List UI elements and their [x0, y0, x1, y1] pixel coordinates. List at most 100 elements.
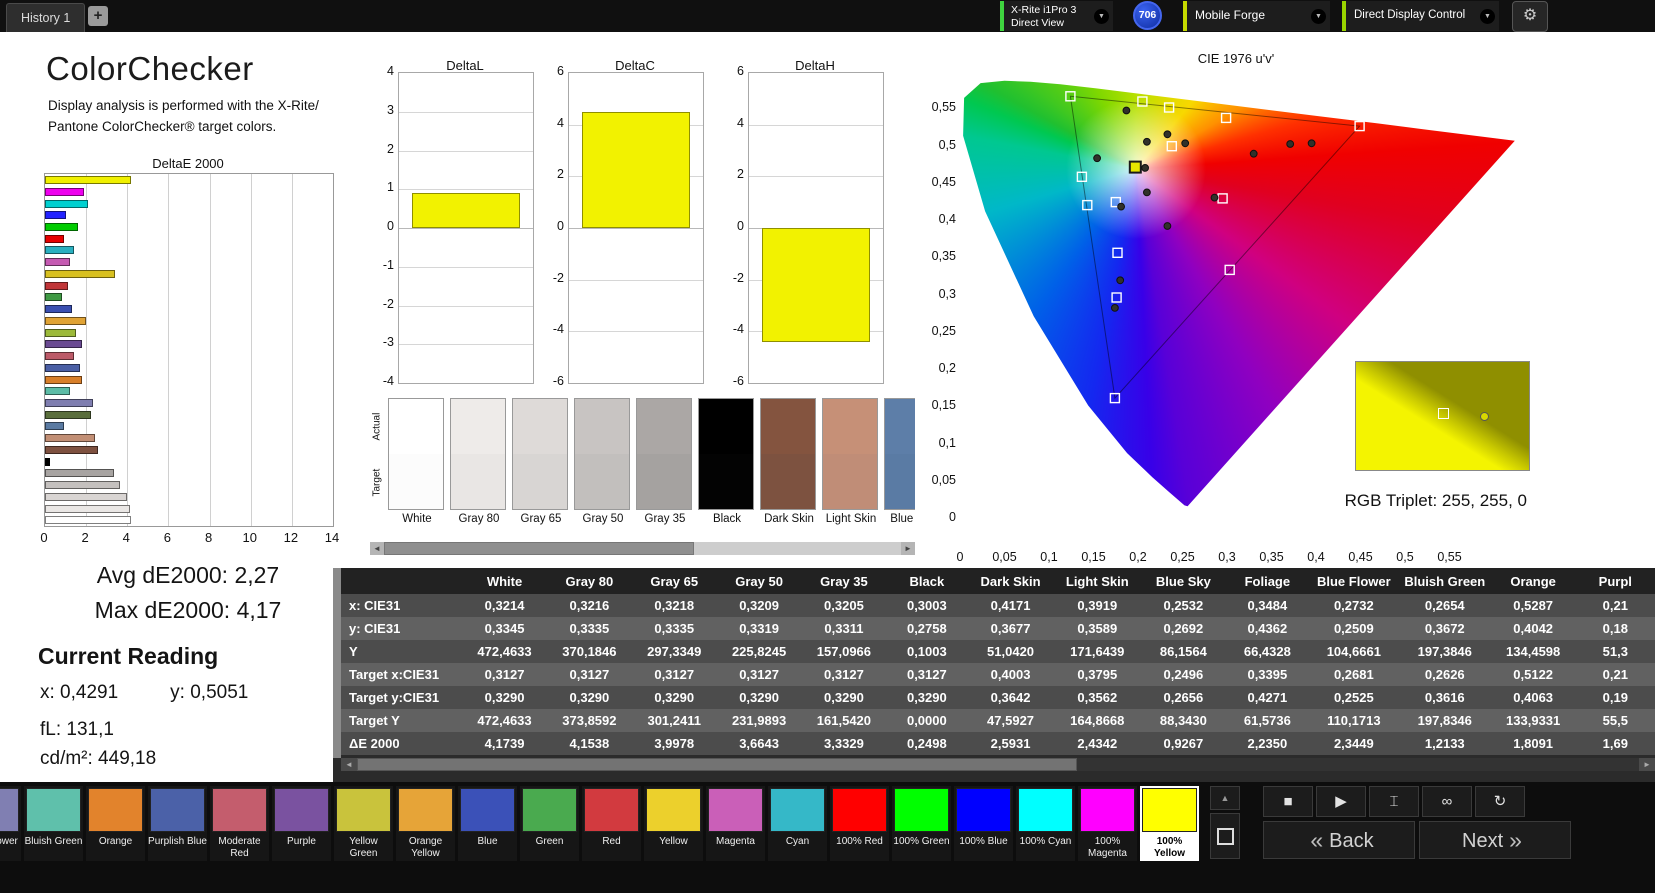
meter-dropdown[interactable]: X-Rite i1Pro 3 Direct View ▼	[1000, 1, 1113, 31]
swatch-white[interactable]: White	[388, 398, 446, 525]
swatch-dark-skin[interactable]: Dark Skin	[760, 398, 818, 525]
scroll-left-icon[interactable]: ◄	[341, 758, 357, 771]
table-scrollbar[interactable]: ◄ ►	[341, 758, 1655, 771]
deltae-bar-magenta	[45, 258, 70, 267]
sync-button[interactable]: ↻	[1475, 786, 1525, 817]
swatch-black[interactable]: Black	[698, 398, 756, 525]
table-cell: 3,3329	[801, 732, 887, 755]
deltae-bar-dark-skin	[45, 445, 99, 454]
patch-button-orange-yellow[interactable]: Orange Yellow	[396, 786, 455, 861]
column-header-gray-35: Gray 35	[801, 568, 887, 594]
table-cell: 0,2681	[1308, 663, 1399, 686]
table-cell: 0,2509	[1308, 617, 1399, 640]
scroll-up-button[interactable]: ▲	[1210, 786, 1240, 810]
swatch-gray-65[interactable]: Gray 65	[512, 398, 570, 525]
table-cell: 0,3214	[462, 594, 547, 617]
scroll-right-icon[interactable]: ►	[1639, 758, 1655, 771]
target-color	[761, 454, 815, 509]
chevron-down-icon[interactable]: ▼	[1480, 9, 1495, 24]
display-control-label: Direct Display Control	[1354, 9, 1466, 21]
cie-xtick: 0,2	[1129, 550, 1147, 564]
back-button[interactable]: «Back	[1263, 821, 1415, 859]
patch-label: Moderate Red	[218, 836, 261, 859]
swatch-gray-80[interactable]: Gray 80	[450, 398, 508, 525]
swatch-light-skin[interactable]: Light Skin	[822, 398, 880, 525]
patch-label: Yellow Green	[349, 836, 378, 859]
results-table-region: White Gray 80 Gray 65 Gray 50 Gray 35 Black Da…	[333, 568, 1655, 782]
patch-button-magenta[interactable]: Magenta	[706, 786, 765, 861]
deltae-bar-gray-50	[45, 481, 121, 490]
patch-button-orange[interactable]: Orange	[86, 786, 145, 861]
continuous-measure-button[interactable]: ∞	[1422, 786, 1472, 817]
pattern-window-button[interactable]	[1210, 813, 1240, 859]
patch-button-blue[interactable]: Blue	[458, 786, 517, 861]
swatch-gray-50[interactable]: Gray 50	[574, 398, 632, 525]
patch-button-green[interactable]: Green	[520, 786, 579, 861]
swatch-label: Dark Skin	[764, 513, 814, 525]
patch-color-swatch	[274, 788, 329, 832]
add-tab-button[interactable]: +	[88, 6, 108, 26]
patch-label: 100% Red	[836, 836, 883, 847]
patch-color-swatch	[26, 788, 81, 832]
target-color	[699, 454, 753, 509]
patch-button-moderate-red[interactable]: Moderate Red	[210, 786, 269, 861]
patch-button-100-green[interactable]: 100% Green	[892, 786, 951, 861]
target-marker	[1163, 102, 1175, 113]
patch-button-purplish-blue[interactable]: Purplish Blue	[148, 786, 207, 861]
deltae-chart	[44, 173, 334, 527]
results-table: White Gray 80 Gray 65 Gray 50 Gray 35 Black Da…	[341, 568, 1655, 755]
patch-button-yellow-green[interactable]: Yellow Green	[334, 786, 393, 861]
scroll-right-icon[interactable]: ►	[901, 542, 915, 555]
row-label: Target y:CIE31	[341, 686, 463, 709]
swatch-scrollbar[interactable]: ◄ ►	[370, 542, 915, 555]
swatch-colors	[636, 398, 692, 510]
rgb-triplet-label: RGB Triplet: 255, 255, 0	[1344, 491, 1527, 510]
table-vertical-scrollbar[interactable]	[333, 568, 341, 758]
current-target-marker	[1128, 160, 1142, 174]
table-cell: 0,9267	[1140, 732, 1226, 755]
play-button[interactable]: ▶	[1316, 786, 1366, 817]
scrollbar-thumb[interactable]	[357, 758, 1077, 771]
patch-button-cyan[interactable]: Cyan	[768, 786, 827, 861]
gear-icon[interactable]: ⚙	[1512, 1, 1548, 32]
patch-label: Yellow	[659, 836, 688, 847]
table-cell: 134,4598	[1490, 640, 1576, 663]
patch-button-100-yellow[interactable]: 100% Yellow	[1140, 786, 1199, 861]
deltae-bar-gray-80	[45, 504, 131, 513]
pattern-size-button[interactable]: ⌶	[1369, 786, 1419, 817]
patch-button-purple[interactable]: Purple	[272, 786, 331, 861]
swatch-blue-sky[interactable]: Blue Sky	[884, 398, 915, 525]
chevron-down-icon[interactable]: ▼	[1094, 9, 1109, 24]
stop-button[interactable]: ■	[1263, 786, 1313, 817]
patch-button-100-magenta[interactable]: 100% Magenta	[1078, 786, 1137, 861]
patch-button-red[interactable]: Red	[582, 786, 641, 861]
swatch-gray-35[interactable]: Gray 35	[636, 398, 694, 525]
patch-button-bluish-green[interactable]: Bluish Green	[24, 786, 83, 861]
chevron-down-icon[interactable]: ▼	[1311, 9, 1326, 24]
swatch-label: Blue Sky	[890, 513, 915, 525]
description-line2: Pantone ColorChecker® target colors.	[48, 119, 277, 134]
patch-color-swatch	[584, 788, 639, 832]
patch-button-yellow[interactable]: Yellow	[644, 786, 703, 861]
target-color	[451, 454, 505, 509]
scrollbar-thumb[interactable]	[384, 542, 694, 555]
patch-color-swatch	[956, 788, 1011, 832]
display-control-dropdown[interactable]: Direct Display Control ▼	[1342, 1, 1499, 31]
tab-history-1[interactable]: History 1	[6, 3, 86, 33]
table-row-target-y-cie31: Target y:CIE31 0,3290 0,3290 0,3290 0,3290 0,…	[341, 686, 1655, 709]
scroll-left-icon[interactable]: ◄	[370, 542, 384, 555]
ytick: -2	[552, 270, 564, 285]
patch-button-100-red[interactable]: 100% Red	[830, 786, 889, 861]
patch-button-100-blue[interactable]: 100% Blue	[954, 786, 1013, 861]
next-arrow-icon: »	[1509, 827, 1522, 853]
measured-marker	[1307, 139, 1316, 148]
deltah-title: DeltaH	[795, 58, 835, 73]
patch-button-100-cyan[interactable]: 100% Cyan	[1016, 786, 1075, 861]
next-button[interactable]: Next»	[1419, 821, 1571, 859]
table-row-x-cie31: x: CIE31 0,3214 0,3216 0,3218 0,3209 0,3205 0,…	[341, 594, 1655, 617]
patch-color-swatch	[88, 788, 143, 832]
patch-button-blue-flower[interactable]: Blue Flower	[0, 786, 21, 861]
target-marker	[1111, 292, 1122, 303]
table-cell: 225,8245	[716, 640, 802, 663]
source-dropdown[interactable]: Mobile Forge ▼	[1183, 1, 1330, 31]
